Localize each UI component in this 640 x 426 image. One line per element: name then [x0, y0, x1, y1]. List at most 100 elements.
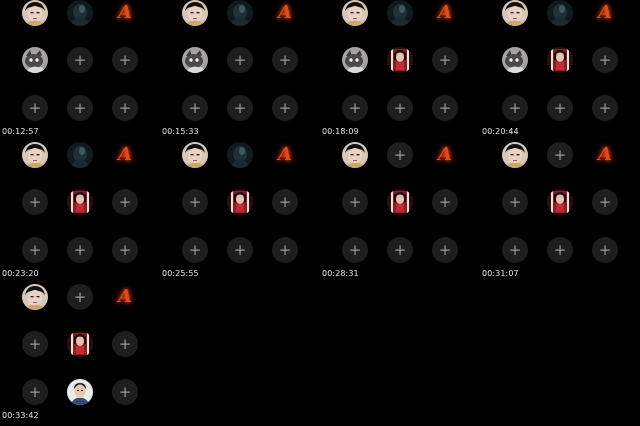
- add-slot-button[interactable]: +: [182, 189, 208, 215]
- avatar-dark-icon[interactable]: [227, 142, 253, 168]
- add-slot-button[interactable]: +: [67, 47, 93, 73]
- add-slot-button[interactable]: +: [502, 95, 528, 121]
- add-slot-button[interactable]: +: [22, 379, 48, 405]
- add-slot-button[interactable]: +: [227, 95, 253, 121]
- add-slot-button[interactable]: +: [67, 95, 93, 121]
- logo-a-icon[interactable]: A: [272, 0, 298, 26]
- avatar-boy-icon[interactable]: [502, 142, 528, 168]
- plus-icon: +: [278, 50, 292, 69]
- logo-a-icon[interactable]: A: [432, 0, 458, 26]
- add-slot-button[interactable]: +: [112, 189, 138, 215]
- avatar-man-icon[interactable]: [67, 379, 93, 405]
- add-slot-button[interactable]: +: [502, 237, 528, 263]
- add-slot-button[interactable]: +: [342, 189, 368, 215]
- avatar-red-icon[interactable]: [227, 189, 253, 215]
- plus-icon: +: [118, 50, 132, 69]
- plus-icon: +: [233, 240, 247, 259]
- add-slot-button[interactable]: +: [432, 189, 458, 215]
- add-slot-button[interactable]: +: [432, 95, 458, 121]
- avatar-cat-icon[interactable]: [342, 47, 368, 73]
- add-slot-button[interactable]: +: [342, 95, 368, 121]
- add-slot-button[interactable]: +: [387, 95, 413, 121]
- timestamp-label: 00:25:55: [162, 269, 199, 278]
- logo-a-icon[interactable]: A: [432, 142, 458, 168]
- avatar-boy-icon[interactable]: [22, 0, 48, 26]
- avatar-cat-icon[interactable]: [502, 47, 528, 73]
- avatar-boy-icon[interactable]: [182, 0, 208, 26]
- avatar-red-icon[interactable]: [67, 189, 93, 215]
- add-slot-button[interactable]: +: [112, 237, 138, 263]
- plus-icon: +: [118, 382, 132, 401]
- plus-icon: +: [278, 192, 292, 211]
- plus-icon: +: [598, 50, 612, 69]
- logo-a-icon[interactable]: A: [112, 142, 138, 168]
- add-slot-button[interactable]: +: [502, 189, 528, 215]
- add-slot-button[interactable]: +: [432, 237, 458, 263]
- add-slot-button[interactable]: +: [67, 284, 93, 310]
- avatar-boy-icon[interactable]: [22, 284, 48, 310]
- add-slot-button[interactable]: +: [547, 237, 573, 263]
- avatar-dark-icon[interactable]: [387, 0, 413, 26]
- add-slot-button[interactable]: +: [592, 47, 618, 73]
- avatar-dark-icon[interactable]: [227, 0, 253, 26]
- add-slot-button[interactable]: +: [22, 331, 48, 357]
- avatar-dark-icon[interactable]: [67, 0, 93, 26]
- add-slot-button[interactable]: +: [22, 189, 48, 215]
- add-slot-button[interactable]: +: [272, 47, 298, 73]
- avatar-boy-icon[interactable]: [182, 142, 208, 168]
- add-slot-button[interactable]: +: [272, 189, 298, 215]
- add-slot-button[interactable]: +: [182, 237, 208, 263]
- add-slot-button[interactable]: +: [182, 95, 208, 121]
- frame-panel: A + + + + +00:23:20: [0, 142, 160, 284]
- add-slot-button[interactable]: +: [387, 237, 413, 263]
- logo-a-glyph: A: [118, 144, 132, 165]
- avatar-cat-icon[interactable]: [22, 47, 48, 73]
- add-slot-button[interactable]: +: [112, 47, 138, 73]
- add-slot-button[interactable]: +: [22, 95, 48, 121]
- add-slot-button[interactable]: +: [22, 237, 48, 263]
- add-slot-button[interactable]: +: [547, 142, 573, 168]
- plus-icon: +: [598, 98, 612, 117]
- avatar-boy-icon[interactable]: [342, 142, 368, 168]
- add-slot-button[interactable]: +: [272, 237, 298, 263]
- logo-a-icon[interactable]: A: [592, 0, 618, 26]
- add-slot-button[interactable]: +: [547, 95, 573, 121]
- add-slot-button[interactable]: +: [112, 379, 138, 405]
- avatar-dark-icon[interactable]: [547, 0, 573, 26]
- avatar-dark-icon[interactable]: [67, 142, 93, 168]
- avatar-red-icon[interactable]: [547, 189, 573, 215]
- add-slot-button[interactable]: +: [227, 47, 253, 73]
- plus-icon: +: [553, 145, 567, 164]
- add-slot-button[interactable]: +: [67, 237, 93, 263]
- avatar-boy-icon[interactable]: [502, 0, 528, 26]
- plus-icon: +: [73, 240, 87, 259]
- plus-icon: +: [508, 240, 522, 259]
- avatar-red-icon[interactable]: [547, 47, 573, 73]
- logo-a-icon[interactable]: A: [272, 142, 298, 168]
- frame-panel: + A + + + + +00:31:07: [480, 142, 640, 284]
- logo-a-icon[interactable]: A: [112, 284, 138, 310]
- add-slot-button[interactable]: +: [272, 95, 298, 121]
- add-slot-button[interactable]: +: [342, 237, 368, 263]
- logo-a-icon[interactable]: A: [112, 0, 138, 26]
- plus-icon: +: [118, 192, 132, 211]
- add-slot-button[interactable]: +: [387, 142, 413, 168]
- avatar-red-icon[interactable]: [67, 331, 93, 357]
- add-slot-button[interactable]: +: [112, 331, 138, 357]
- avatar-boy-icon[interactable]: [342, 0, 368, 26]
- avatar-red-icon[interactable]: [387, 47, 413, 73]
- avatar-cat-icon[interactable]: [182, 47, 208, 73]
- add-slot-button[interactable]: +: [592, 189, 618, 215]
- add-slot-button[interactable]: +: [432, 47, 458, 73]
- logo-a-glyph: A: [438, 2, 452, 23]
- plus-icon: +: [508, 98, 522, 117]
- logo-a-icon[interactable]: A: [592, 142, 618, 168]
- add-slot-button[interactable]: +: [227, 237, 253, 263]
- logo-a-glyph: A: [278, 2, 292, 23]
- add-slot-button[interactable]: +: [592, 95, 618, 121]
- avatar-boy-icon[interactable]: [22, 142, 48, 168]
- add-slot-button[interactable]: +: [112, 95, 138, 121]
- avatar-red-icon[interactable]: [387, 189, 413, 215]
- timestamp-label: 00:12:57: [2, 127, 39, 136]
- add-slot-button[interactable]: +: [592, 237, 618, 263]
